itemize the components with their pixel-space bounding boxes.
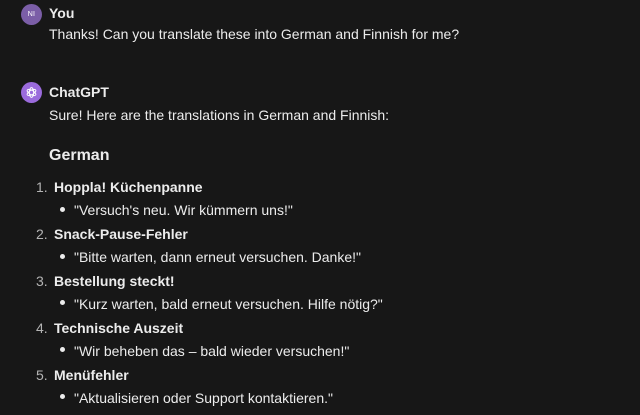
- list-item-title: Technische Auszeit: [54, 320, 184, 336]
- bullet-icon: [60, 394, 65, 399]
- bullet-icon: [60, 300, 65, 305]
- user-avatar-initials: NI: [27, 11, 36, 18]
- list-item-subtext: "Versuch's neu. Wir kümmern uns!": [74, 202, 293, 218]
- section-heading: German: [49, 147, 110, 164]
- list-item-number: 1.: [36, 179, 48, 195]
- assistant-avatar: [21, 82, 42, 103]
- list-item-number: 2.: [36, 226, 48, 242]
- assistant-intro-text: Sure! Here are the translations in Germa…: [49, 107, 390, 123]
- list-item-title: Menüfehler: [54, 367, 129, 383]
- list-item-subtext: "Bitte warten, dann erneut versuchen. Da…: [74, 249, 361, 265]
- list-item-number: 5.: [36, 367, 48, 383]
- list-item-title: Hoppla! Küchenpanne: [54, 179, 203, 195]
- bullet-icon: [60, 347, 65, 352]
- user-message-text: Thanks! Can you translate these into Ger…: [49, 26, 460, 42]
- list-item-subtext: "Kurz warten, bald erneut versuchen. Hil…: [74, 296, 383, 312]
- openai-logo-icon: [26, 87, 37, 98]
- user-avatar: NI: [21, 4, 42, 25]
- assistant-author-name: ChatGPT: [49, 84, 109, 100]
- list-item-title: Bestellung steckt!: [54, 273, 175, 289]
- list-item-number: 3.: [36, 273, 48, 289]
- list-item-number: 4.: [36, 320, 48, 336]
- list-item-title: Snack-Pause-Fehler: [54, 226, 188, 242]
- bullet-icon: [60, 207, 65, 212]
- user-author-name: You: [49, 5, 75, 21]
- bullet-icon: [60, 254, 65, 259]
- list-item-subtext: "Wir beheben das – bald wieder versuchen…: [74, 343, 350, 359]
- list-item-subtext: "Aktualisieren oder Support kontaktieren…: [74, 390, 333, 406]
